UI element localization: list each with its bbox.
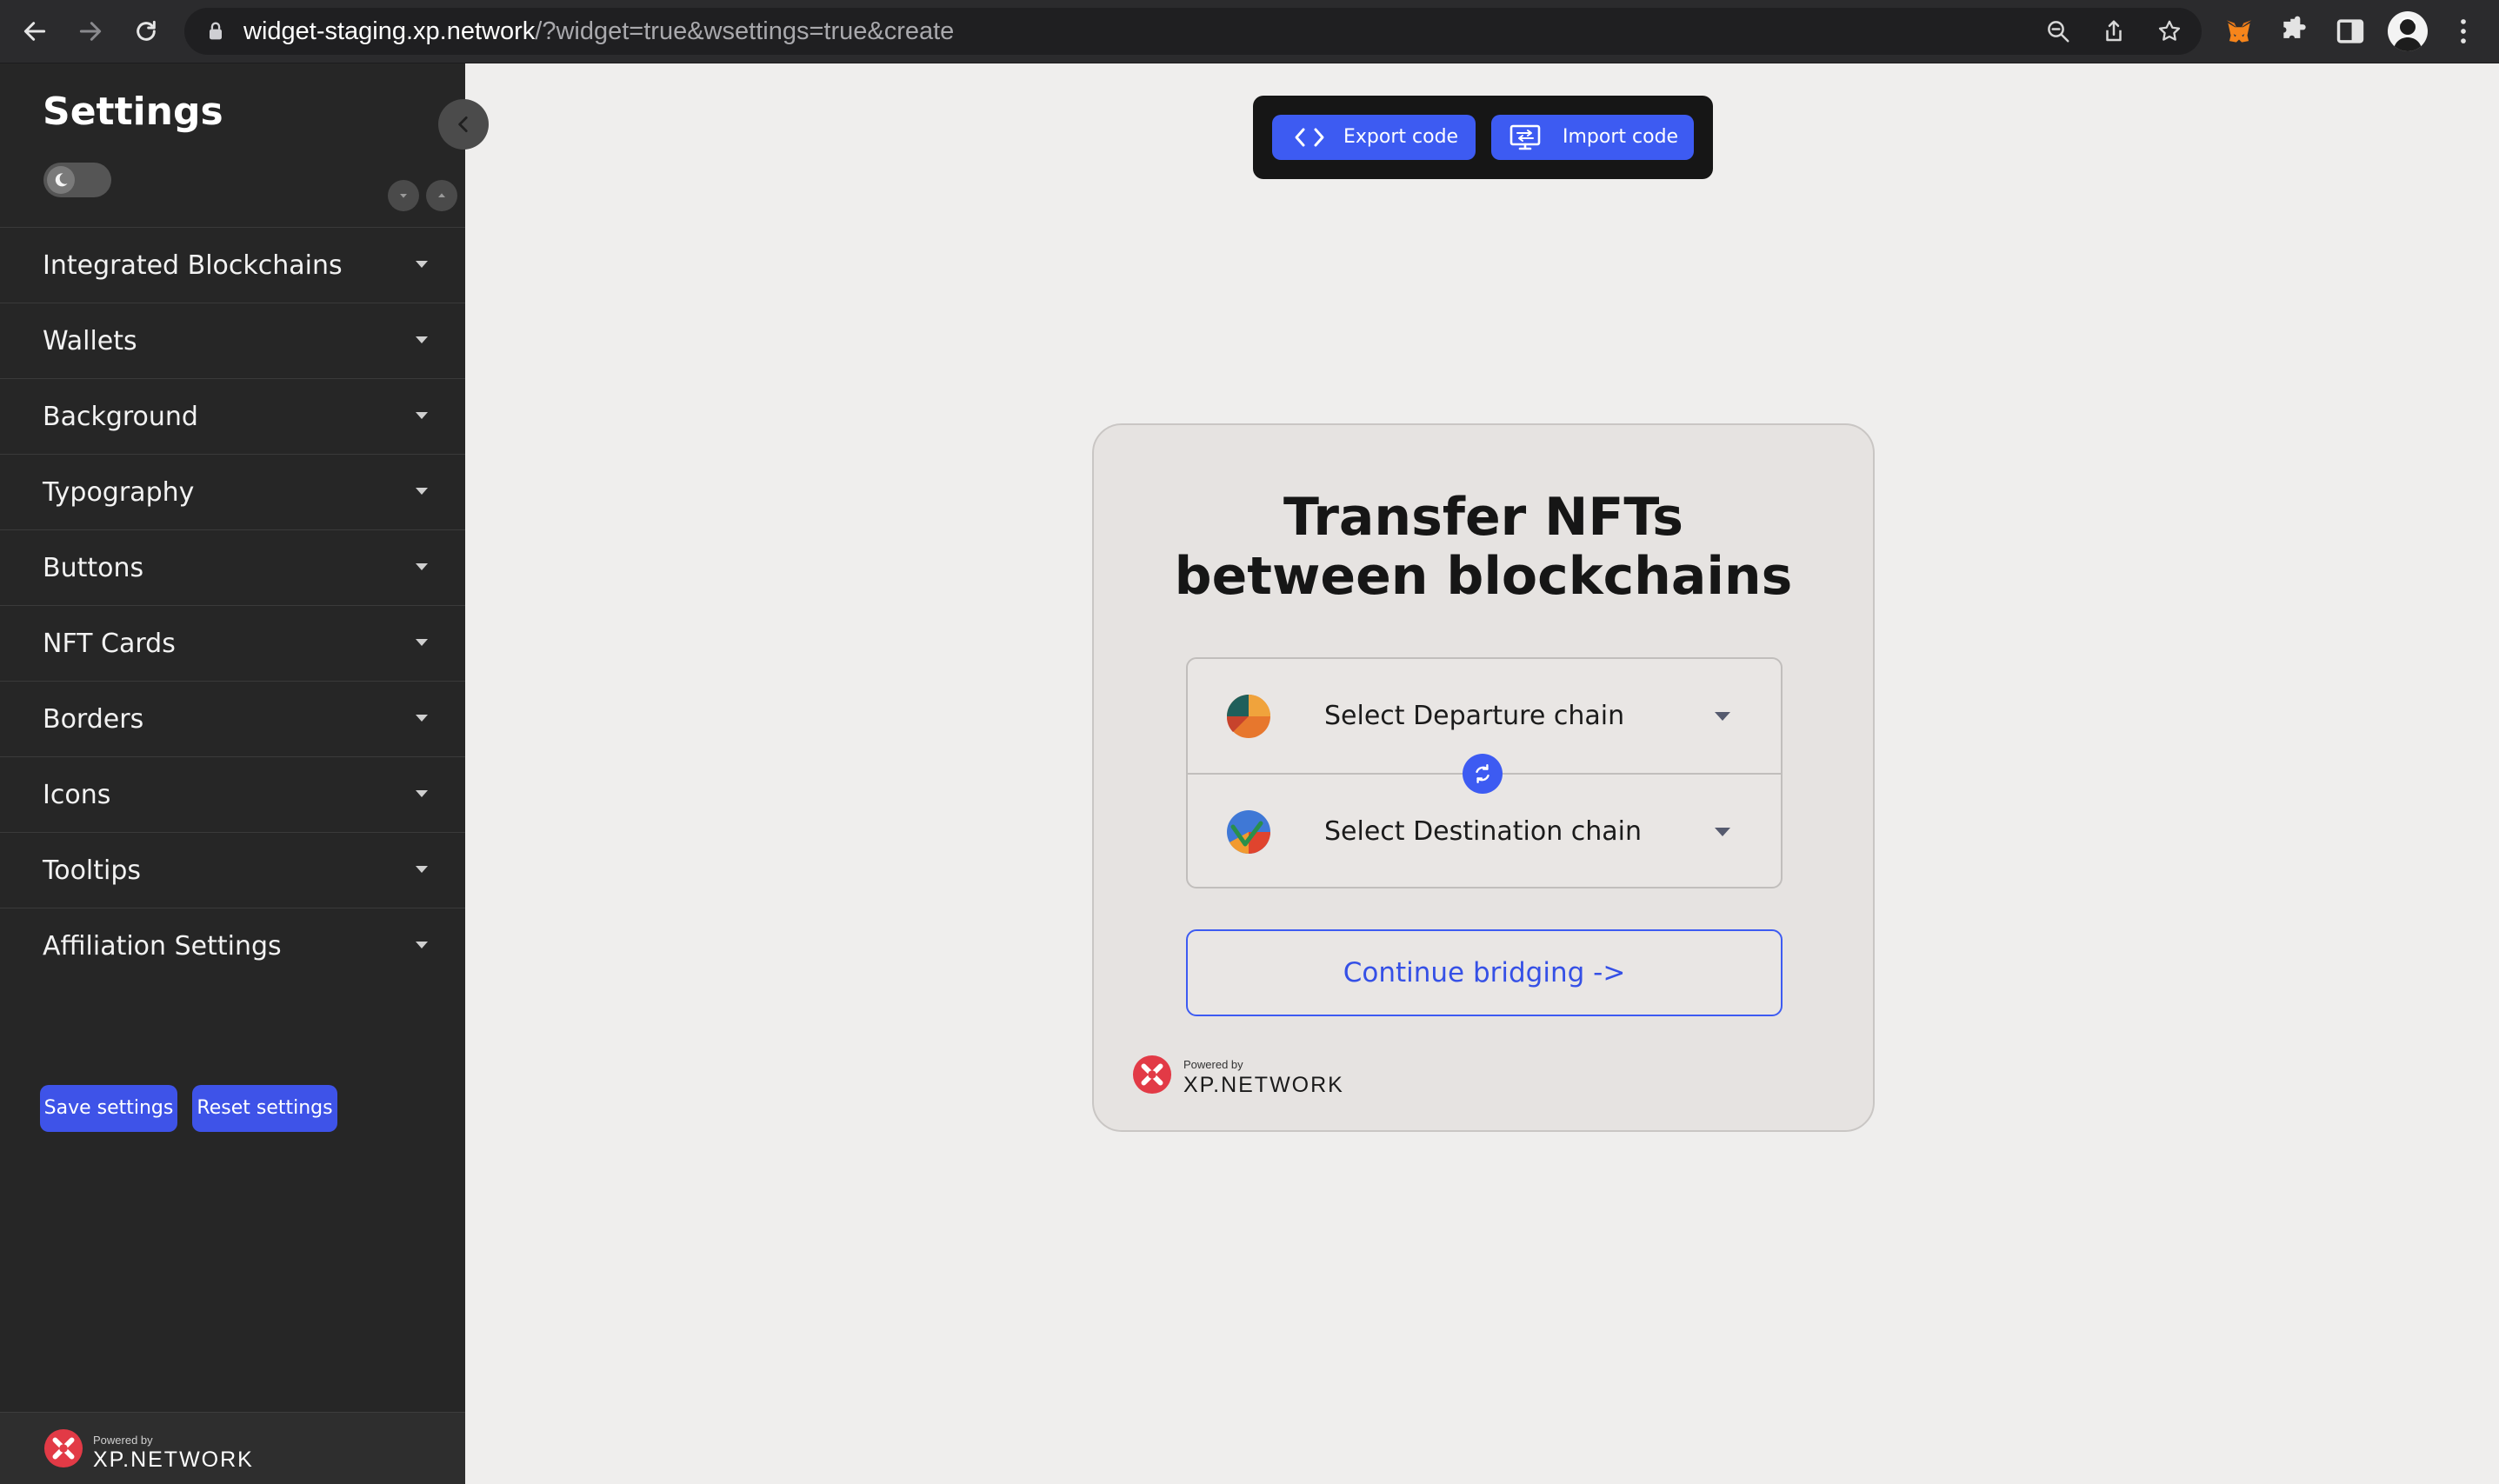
code-brackets-icon	[1295, 128, 1324, 147]
powered-by-label: Powered by	[1183, 1058, 1243, 1071]
back-button[interactable]	[16, 12, 54, 50]
widget-title-line-1: Transfer NFTs	[1283, 487, 1683, 548]
save-settings-button[interactable]: Save settings	[40, 1085, 177, 1132]
menu-item-label: Background	[43, 402, 198, 432]
menu-item-label: Typography	[43, 477, 195, 508]
caret-down-icon	[416, 563, 428, 570]
caret-down-icon	[416, 715, 428, 722]
menu-item-label: Borders	[43, 704, 144, 735]
browser-toolbar: widget-staging.xp.network/?widget=true&w…	[0, 0, 2499, 63]
menu-item-label: Tooltips	[43, 855, 142, 886]
menu-item-label: Icons	[43, 780, 111, 810]
settings-menu: Integrated Blockchains Wallets Backgroun…	[0, 227, 465, 983]
url-path: /?widget=true&wsettings=true&create	[535, 17, 955, 45]
departure-chain-icon	[1226, 695, 1270, 738]
caret-down-icon	[416, 639, 428, 646]
share-icon[interactable]	[2101, 18, 2127, 44]
url-text: widget-staging.xp.network/?widget=true&w…	[243, 8, 954, 55]
menu-item-label: Buttons	[43, 553, 144, 583]
import-code-button[interactable]: Import code	[1491, 115, 1694, 160]
profile-avatar[interactable]	[2388, 11, 2428, 51]
caret-down-icon	[416, 942, 428, 948]
menu-item-borders[interactable]: Borders	[0, 681, 465, 756]
url-host: widget-staging.xp.network	[243, 17, 536, 45]
zoom-icon[interactable]	[2045, 18, 2071, 44]
collapse-all-button[interactable]	[426, 180, 457, 211]
caret-down-icon	[416, 336, 428, 343]
settings-sidebar: Settings Integrated Blockchains Wallets …	[0, 63, 465, 1484]
menu-item-icons[interactable]: Icons	[0, 756, 465, 832]
menu-item-label: NFT Cards	[43, 629, 176, 659]
widget-title-line-2: between blockchains	[1174, 546, 1793, 607]
continue-bridging-button[interactable]: Continue bridging ->	[1186, 929, 1783, 1016]
sidebar-footer: Powered by XP.NETWORK	[0, 1412, 465, 1484]
arrow-left-icon	[23, 22, 46, 41]
import-monitor-icon	[1509, 124, 1541, 150]
menu-item-label: Wallets	[43, 326, 137, 356]
menu-item-label: Affiliation Settings	[43, 931, 282, 962]
collapse-sidebar-button[interactable]	[438, 99, 489, 150]
bridge-widget-card: Transfer NFTs between blockchains Select…	[1092, 423, 1875, 1132]
lock-icon	[210, 22, 222, 40]
caret-down-icon	[416, 412, 428, 419]
swap-arrows-icon	[1476, 764, 1489, 783]
metamask-fox-icon[interactable]	[2222, 15, 2256, 48]
menu-item-affiliation-settings[interactable]: Affiliation Settings	[0, 908, 465, 983]
more-menu-icon[interactable]	[2447, 15, 2480, 48]
export-code-button[interactable]: Export code	[1272, 115, 1476, 160]
xp-network-wordmark: XP.NETWORK	[93, 1447, 254, 1472]
caret-down-icon	[416, 488, 428, 495]
menu-item-nft-cards[interactable]: NFT Cards	[0, 605, 465, 681]
menu-item-wallets[interactable]: Wallets	[0, 303, 465, 378]
caret-down-icon	[416, 866, 428, 873]
swap-chains-button[interactable]	[1463, 754, 1503, 794]
menu-item-background[interactable]: Background	[0, 378, 465, 454]
caret-down-icon	[416, 261, 428, 268]
address-bar[interactable]: widget-staging.xp.network/?widget=true&w…	[184, 8, 2202, 55]
xp-network-logo-icon[interactable]	[43, 1428, 83, 1468]
export-code-label: Export code	[1343, 126, 1459, 148]
menu-item-tooltips[interactable]: Tooltips	[0, 832, 465, 908]
menu-item-integrated-blockchains[interactable]: Integrated Blockchains	[0, 227, 465, 303]
forward-button[interactable]	[71, 12, 110, 50]
powered-by-label: Powered by	[93, 1434, 153, 1447]
chevron-down-icon	[1715, 828, 1730, 836]
chain-selector: Select Departure chain Select Destinatio…	[1186, 657, 1783, 888]
arrow-right-icon	[79, 22, 102, 41]
extensions-puzzle-icon[interactable]	[2278, 15, 2311, 48]
widget-title: Transfer NFTs between blockchains	[1094, 488, 1873, 606]
chevron-left-icon	[458, 116, 468, 132]
reload-button[interactable]	[127, 12, 165, 50]
triangle-up-icon	[438, 193, 445, 197]
triangle-down-icon	[400, 194, 407, 198]
menu-item-buttons[interactable]: Buttons	[0, 529, 465, 605]
toggle-knob	[47, 166, 75, 194]
reload-icon	[137, 20, 156, 41]
menu-item-label: Integrated Blockchains	[43, 250, 343, 281]
dark-mode-toggle[interactable]	[43, 163, 111, 197]
moon-icon	[55, 173, 68, 187]
import-code-label: Import code	[1563, 126, 1679, 148]
sidebar-title: Settings	[43, 90, 223, 134]
xp-network-wordmark: XP.NETWORK	[1183, 1073, 1344, 1097]
xp-network-logo-icon[interactable]	[1132, 1055, 1172, 1095]
caret-down-icon	[416, 790, 428, 797]
reset-settings-button[interactable]: Reset settings	[192, 1085, 337, 1132]
menu-item-typography[interactable]: Typography	[0, 454, 465, 529]
destination-chain-icon	[1227, 810, 1270, 855]
code-toolbar: Export code Import code	[1253, 96, 1713, 179]
expand-all-button[interactable]	[388, 180, 419, 211]
profile-avatar-image	[2393, 17, 2422, 51]
bookmark-star-icon[interactable]	[2156, 18, 2182, 44]
chevron-down-icon	[1715, 712, 1730, 721]
side-panel-icon[interactable]	[2334, 15, 2367, 48]
